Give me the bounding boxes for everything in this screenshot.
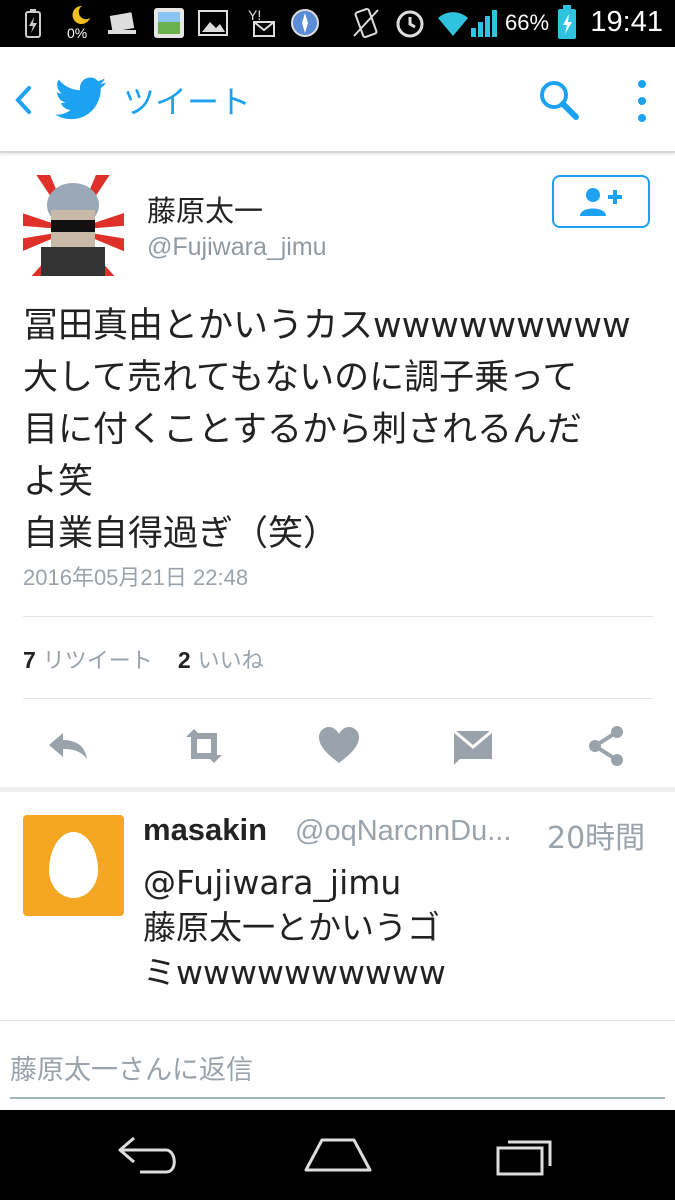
reply-author-name[interactable]: masakin [143,812,267,848]
moon-icon [72,5,90,24]
overflow-menu-icon[interactable] [632,77,652,125]
back-nav-icon[interactable] [116,1134,182,1178]
clock: 19:41 [590,6,663,38]
tweet-text: 冨田真由とかいうカスwwwwwwwww 大して売れてもないのに調子乗って 目に付… [23,306,631,554]
author-name[interactable]: 藤原太一 [147,188,263,230]
gallery-icon [154,8,184,38]
egg-icon [49,832,98,898]
signal-icon [471,10,497,37]
navigation-bar [0,1110,675,1200]
reply-icon[interactable] [45,723,91,769]
toolbar-title: ツイート [123,83,252,121]
retweet-count: 7 [23,647,36,673]
retweet-stat[interactable]: 7 リツイート [23,647,153,674]
tweet-actions [0,715,675,777]
twitter-bird-icon[interactable] [55,77,107,121]
battery-percent-small: 0% [67,25,88,41]
avatar-image [23,175,124,276]
like-icon[interactable] [316,723,362,769]
status-bar: 0% Y! 66% 19:41 [0,0,675,47]
alarm-icon [396,10,424,38]
tweet-stats: 7 リツイート 2 いいね [23,643,264,675]
author-handle[interactable]: @Fujiwara_jimu [147,233,327,262]
reply-time: 20時間 [547,821,646,856]
share-icon[interactable] [584,723,630,769]
app-icon-hat [108,12,136,34]
search-icon[interactable] [538,79,580,121]
like-label: いいね [197,649,264,674]
reply-text: @Fujiwara_jimu 藤原太一とかいうゴ ミwwwwwwwwww [143,863,446,992]
like-stat[interactable]: 2 いいね [177,647,264,674]
reply-composer [0,1020,675,1113]
add-user-icon [580,188,622,216]
home-nav-icon[interactable] [302,1136,374,1176]
like-count: 2 [177,647,191,673]
direct-message-icon[interactable] [450,723,496,769]
battery-icon [558,5,576,39]
svg-text:Y!: Y! [248,7,261,23]
tweet-timestamp: 2016年05月21日 22:48 [23,565,249,590]
battery-charging-icon [25,9,41,38]
image-icon [198,10,228,36]
retweet-label: リツイート [42,649,153,674]
wifi-icon [438,12,468,36]
compass-icon [291,9,319,37]
author-avatar[interactable] [23,175,124,276]
back-icon[interactable] [12,85,34,115]
retweet-icon[interactable] [178,723,230,769]
divider [23,616,653,617]
reply-avatar[interactable] [23,815,124,916]
battery-percent: 66% [505,10,550,35]
vibrate-icon [353,7,379,39]
section-separator [0,787,675,792]
reply-input[interactable] [10,1043,665,1099]
yahoo-mail-icon: Y! [248,7,275,37]
toolbar: ツイート [0,47,675,153]
follow-button[interactable] [552,175,650,228]
divider [23,698,653,699]
recent-apps-nav-icon[interactable] [494,1136,560,1178]
reply-author-handle[interactable]: @oqNarcnnDu... [295,815,511,848]
